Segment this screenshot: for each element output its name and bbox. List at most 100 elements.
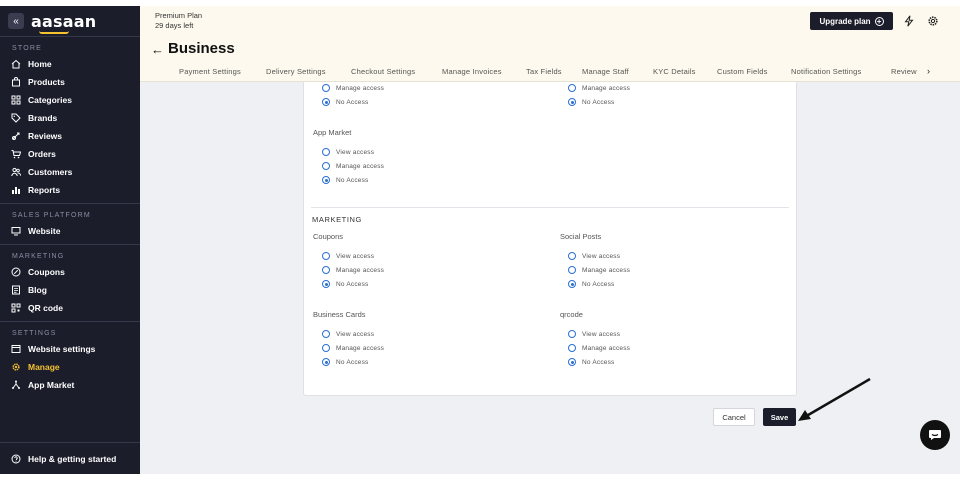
upgrade-plan-label: Upgrade plan bbox=[819, 16, 871, 26]
sidebar-item-qr-code[interactable]: QR code bbox=[0, 299, 140, 317]
radio-circle bbox=[322, 148, 330, 156]
radio-view-access[interactable]: View access bbox=[568, 328, 620, 340]
sidebar-item-brands[interactable]: Brands bbox=[0, 109, 140, 127]
review-icon bbox=[11, 131, 21, 141]
sidebar-item-home[interactable]: Home bbox=[0, 55, 140, 73]
tab-payment-settings[interactable]: Payment Settings bbox=[179, 67, 241, 76]
radio-manage-access[interactable]: Manage access bbox=[568, 82, 630, 94]
sidebar-item-website[interactable]: Website bbox=[0, 222, 140, 240]
apps-icon bbox=[11, 380, 21, 390]
radio-no-access[interactable]: No Access bbox=[322, 278, 369, 290]
sidebar-item-label: Home bbox=[28, 59, 52, 69]
logo-swoosh-icon bbox=[39, 31, 69, 34]
radio-label: View access bbox=[336, 148, 375, 156]
radio-no-access[interactable]: No Access bbox=[322, 174, 369, 186]
radio-manage-access[interactable]: Manage access bbox=[568, 342, 630, 354]
radio-label: View access bbox=[336, 330, 375, 338]
radio-no-access[interactable]: No Access bbox=[322, 356, 369, 368]
sidebar-item-reviews[interactable]: Reviews bbox=[0, 127, 140, 145]
chevron-right-icon[interactable]: › bbox=[927, 66, 930, 76]
radio-circle bbox=[322, 176, 330, 184]
sidebar-item-label: Orders bbox=[28, 149, 56, 159]
tag-icon bbox=[11, 113, 21, 123]
radio-circle bbox=[568, 266, 576, 274]
radio-no-access[interactable]: No Access bbox=[322, 96, 369, 108]
radio-label: Manage access bbox=[336, 162, 385, 170]
tab-checkout-settings[interactable]: Checkout Settings bbox=[351, 67, 415, 76]
tab-kyc-details[interactable]: KYC Details bbox=[653, 67, 696, 76]
sidebar-item-categories[interactable]: Categories bbox=[0, 91, 140, 109]
radio-label: Manage access bbox=[582, 266, 631, 274]
home-icon bbox=[11, 59, 21, 69]
radio-circle bbox=[568, 280, 576, 288]
document-icon bbox=[11, 285, 21, 295]
lightning-icon[interactable] bbox=[903, 15, 915, 27]
sidebar-item-website-settings[interactable]: Website settings bbox=[0, 340, 140, 358]
tab-manage-invoices[interactable]: Manage Invoices bbox=[442, 67, 502, 76]
sidebar-section-marketing: MARKETING bbox=[12, 253, 65, 260]
sidebar-item-label: Coupons bbox=[28, 267, 65, 277]
radio-view-access[interactable]: View access bbox=[322, 146, 374, 158]
radio-label: No Access bbox=[582, 358, 615, 366]
users-icon bbox=[11, 167, 21, 177]
settings-tabs: Payment Settings Delivery Settings Check… bbox=[140, 66, 960, 81]
sidebar-item-reports[interactable]: Reports bbox=[0, 181, 140, 199]
help-link[interactable]: Help & getting started bbox=[0, 442, 140, 474]
radio-manage-access[interactable]: Manage access bbox=[322, 82, 384, 94]
radio-view-access[interactable]: View access bbox=[322, 328, 374, 340]
tab-delivery-settings[interactable]: Delivery Settings bbox=[266, 67, 326, 76]
sidebar-item-coupons[interactable]: Coupons bbox=[0, 263, 140, 281]
radio-manage-access[interactable]: Manage access bbox=[568, 264, 630, 276]
radio-circle bbox=[568, 252, 576, 260]
page-title: Business bbox=[168, 40, 235, 57]
tab-manage-staff[interactable]: Manage Staff bbox=[582, 67, 629, 76]
upgrade-plan-button[interactable]: Upgrade plan + bbox=[810, 12, 893, 30]
permissions-card: Manage access No Access Manage access No… bbox=[303, 82, 797, 396]
tab-custom-fields[interactable]: Custom Fields bbox=[717, 67, 768, 76]
radio-label: Manage access bbox=[582, 84, 631, 92]
radio-manage-access[interactable]: Manage access bbox=[322, 264, 384, 276]
group-title-social-posts: Social Posts bbox=[560, 232, 602, 241]
sidebar-item-label: Reports bbox=[28, 185, 61, 195]
tab-tax-fields[interactable]: Tax Fields bbox=[526, 67, 562, 76]
sidebar-item-label: Website bbox=[28, 226, 61, 236]
radio-view-access[interactable]: View access bbox=[568, 250, 620, 262]
sidebar-item-label: Manage bbox=[28, 362, 60, 372]
radio-manage-access[interactable]: Manage access bbox=[322, 342, 384, 354]
save-button[interactable]: Save bbox=[763, 408, 796, 426]
sidebar-item-orders[interactable]: Orders bbox=[0, 145, 140, 163]
radio-view-access[interactable]: View access bbox=[322, 250, 374, 262]
sidebar-item-customers[interactable]: Customers bbox=[0, 163, 140, 181]
radio-circle bbox=[322, 358, 330, 366]
settings-gear-icon[interactable] bbox=[927, 15, 939, 27]
radio-label: No Access bbox=[582, 98, 615, 106]
sidebar-item-label: Products bbox=[28, 77, 65, 87]
radio-no-access[interactable]: No Access bbox=[568, 278, 615, 290]
sidebar-section-sales-platform: SALES PLATFORM bbox=[12, 212, 91, 219]
tab-notification-settings[interactable]: Notification Settings bbox=[791, 67, 861, 76]
chat-bubble-icon bbox=[929, 430, 941, 440]
back-arrow-icon[interactable]: ← bbox=[151, 42, 164, 57]
logo[interactable]: aasaan bbox=[31, 12, 96, 34]
percent-icon bbox=[11, 267, 21, 277]
tab-review[interactable]: Review bbox=[891, 67, 917, 76]
radio-manage-access[interactable]: Manage access bbox=[322, 160, 384, 172]
sidebar-item-manage[interactable]: Manage bbox=[0, 358, 140, 376]
plan-name: Premium Plan bbox=[155, 11, 203, 20]
sidebar-item-app-market[interactable]: App Market bbox=[0, 376, 140, 394]
radio-no-access[interactable]: No Access bbox=[568, 356, 615, 368]
collapse-sidebar-button[interactable]: « bbox=[8, 13, 24, 29]
group-title-qrcode: qrcode bbox=[560, 310, 583, 319]
radio-circle bbox=[322, 280, 330, 288]
sidebar-item-label: Categories bbox=[28, 95, 72, 105]
chat-widget-button[interactable] bbox=[920, 420, 950, 450]
grid-icon bbox=[11, 95, 21, 105]
sidebar-item-label: Brands bbox=[28, 113, 58, 123]
sidebar-item-blog[interactable]: Blog bbox=[0, 281, 140, 299]
radio-circle bbox=[322, 84, 330, 92]
cart-icon bbox=[11, 149, 21, 159]
radio-no-access[interactable]: No Access bbox=[568, 96, 615, 108]
sidebar-item-products[interactable]: Products bbox=[0, 73, 140, 91]
cancel-button[interactable]: Cancel bbox=[713, 408, 755, 426]
sidebar-item-label: Customers bbox=[28, 167, 73, 177]
